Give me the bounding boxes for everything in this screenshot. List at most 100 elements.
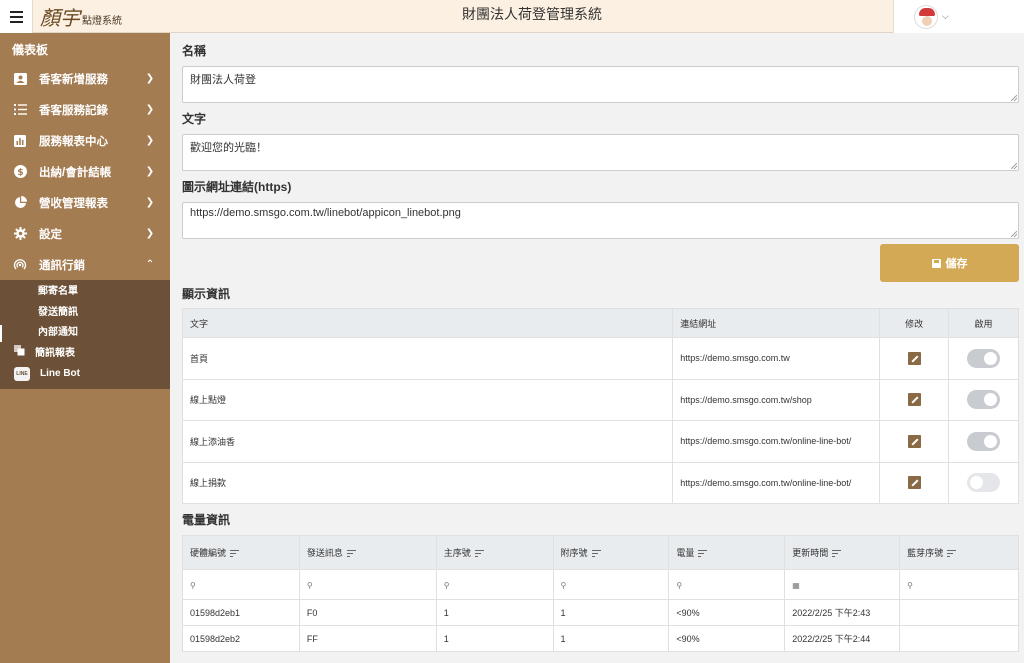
save-button[interactable]: 儲存: [880, 244, 1019, 282]
edit-icon[interactable]: [907, 351, 921, 365]
sidebar-item-settings[interactable]: 設定 ❯: [0, 218, 170, 249]
table-row: 線上捐款 https://demo.smsgo.com.tw/online-li…: [181, 461, 1019, 504]
edit-icon[interactable]: [907, 476, 921, 490]
chevron-down-icon: ❯: [145, 135, 155, 146]
cell-hw: 01598d2eb2: [182, 625, 300, 652]
chevron-down-icon: ❯: [145, 166, 155, 177]
column-header-power[interactable]: 電量: [668, 535, 786, 570]
sort-icon[interactable]: [346, 550, 356, 558]
pie-chart-icon: [12, 195, 28, 211]
column-header-label: 主序號: [443, 548, 471, 558]
marketing-submenu: 郵寄名單 發送簡訊 內部通知 簡訊報表 LINE Line Bot: [0, 280, 170, 389]
column-header-main[interactable]: 主序號: [435, 535, 554, 570]
name-field[interactable]: 財團法人荷登: [182, 66, 1019, 103]
sidebar-item-label: 香客服務記錄: [39, 104, 108, 117]
sidebar-item-pilgrim-records[interactable]: 香客服務記錄 ❯: [0, 94, 170, 125]
table-row: 01598d2eb2 FF 1 1 <90% 2022/2/25 下午2:44: [182, 625, 1019, 652]
sidebar-dashboard[interactable]: 儀表板: [0, 33, 170, 63]
search-icon: ⚲: [306, 580, 313, 590]
search-icon: ⚲: [907, 580, 913, 590]
chevron-down-icon: ❯: [145, 73, 155, 84]
sidebar-item-pilgrim-add[interactable]: 香客新增服務 ❯: [0, 63, 170, 94]
submenu-item-internal-notice[interactable]: 內部通知: [0, 323, 170, 344]
table-header-row: 文字 連結網址 修改 啟用: [181, 308, 1019, 338]
enable-toggle[interactable]: [967, 431, 1001, 451]
logo-text: 點燈系統: [82, 16, 122, 27]
power-section-title: 電量資訊: [182, 513, 231, 527]
search-icon: ⚲: [190, 580, 196, 590]
line-icon: LINE: [14, 367, 30, 382]
edit-icon[interactable]: [907, 393, 921, 407]
filter-cell[interactable]: ⚲: [668, 569, 786, 600]
submenu-item-label: 簡訊報表: [35, 347, 75, 359]
filter-cell[interactable]: ⚲: [899, 569, 1019, 600]
column-header-enabled: 啟用: [948, 308, 1019, 338]
enable-toggle[interactable]: [967, 473, 1001, 493]
column-header-hw[interactable]: 硬體編號: [182, 535, 300, 570]
row-text: 首頁: [181, 337, 674, 380]
chevron-down-icon[interactable]: ⌵: [942, 11, 949, 22]
sidebar-item-revenue[interactable]: 營收管理報表 ❯: [0, 187, 170, 218]
display-section-title: 顯示資訊: [182, 287, 231, 301]
top-bar: 顏宇 點燈系統 財團法人荷登管理系統 ⌵: [0, 0, 1024, 33]
submenu-item-sms-report[interactable]: 簡訊報表: [0, 344, 170, 365]
column-header-msg[interactable]: 發送訊息: [298, 535, 437, 570]
row-url: https://demo.smsgo.com.tw/shop: [672, 378, 881, 421]
sort-icon[interactable]: [698, 550, 708, 558]
column-header-label: 硬體編號: [190, 548, 227, 558]
sort-icon[interactable]: [591, 550, 601, 558]
svg-text:$: $: [17, 168, 23, 178]
sort-icon[interactable]: [832, 550, 842, 558]
edit-icon[interactable]: [907, 434, 921, 448]
user-menu[interactable]: ⌵: [893, 0, 1024, 33]
submenu-item-mailing-list[interactable]: 郵寄名單: [0, 282, 170, 303]
enable-toggle[interactable]: [967, 390, 1001, 410]
search-icon: ⚲: [676, 580, 683, 590]
cell-updated: 2022/2/25 下午2:44: [784, 625, 901, 652]
row-text: 線上捐款: [181, 461, 674, 504]
filter-row: ⚲ ⚲ ⚲ ⚲ ⚲ ▦ ⚲: [182, 569, 1019, 600]
cell-power: <90%: [668, 599, 786, 626]
copy-icon: [14, 344, 25, 365]
text-field[interactable]: 歡迎您的光臨！: [182, 134, 1019, 171]
sidebar-item-label: 通訊行銷: [39, 259, 85, 272]
table-row: 線上添油香 https://demo.smsgo.com.tw/online-l…: [181, 420, 1019, 463]
sidebar-item-label: 服務報表中心: [39, 135, 108, 148]
enable-toggle[interactable]: [967, 348, 1001, 368]
row-url: https://demo.smsgo.com.tw: [672, 337, 881, 380]
menu-toggle-icon[interactable]: [0, 0, 33, 33]
row-url: https://demo.smsgo.com.tw/online-line-bo…: [672, 461, 881, 504]
logo[interactable]: 顏宇 點燈系統: [40, 2, 122, 31]
filter-cell[interactable]: ▦: [784, 569, 901, 600]
cell-bt: [899, 625, 1019, 652]
table-row: 線上點燈 https://demo.smsgo.com.tw/shop: [181, 378, 1019, 421]
sidebar-item-marketing[interactable]: 通訊行銷 ⌃: [0, 249, 170, 280]
sidebar-item-cashier[interactable]: $ 出納/會計結帳 ❯: [0, 156, 170, 187]
column-header-bt[interactable]: 藍芽序號: [899, 535, 1019, 570]
submenu-item-send-sms[interactable]: 發送簡訊: [0, 303, 170, 324]
table-row: 首頁 https://demo.smsgo.com.tw: [181, 337, 1019, 380]
sort-icon[interactable]: [474, 550, 484, 558]
row-text: 線上點燈: [181, 378, 674, 421]
sort-icon[interactable]: [230, 550, 240, 558]
contact-card-icon: [12, 71, 28, 87]
filter-cell[interactable]: ⚲: [298, 569, 437, 600]
column-header-sub[interactable]: 附序號: [552, 535, 670, 570]
filter-cell[interactable]: ⚲: [552, 569, 670, 600]
column-header-updated[interactable]: 更新時間: [784, 535, 901, 570]
avatar[interactable]: [914, 4, 938, 29]
filter-cell[interactable]: ⚲: [435, 569, 554, 600]
submenu-item-line-bot[interactable]: LINE Line Bot: [0, 364, 170, 385]
column-header-text: 文字: [181, 308, 674, 338]
column-header-url: 連結網址: [672, 308, 881, 338]
filter-cell[interactable]: ⚲: [182, 569, 300, 600]
sort-icon[interactable]: [947, 550, 957, 558]
sidebar-item-label: 營收管理報表: [39, 197, 108, 210]
save-button-label: 儲存: [945, 258, 968, 270]
search-icon: ⚲: [443, 580, 450, 590]
sidebar-item-label: 設定: [39, 228, 62, 241]
column-header-label: 附序號: [560, 548, 588, 558]
icon-url-field[interactable]: https://demo.smsgo.com.tw/linebot/appico…: [182, 202, 1019, 239]
cell-bt: [899, 599, 1019, 626]
sidebar-item-report-center[interactable]: 服務報表中心 ❯: [0, 125, 170, 156]
